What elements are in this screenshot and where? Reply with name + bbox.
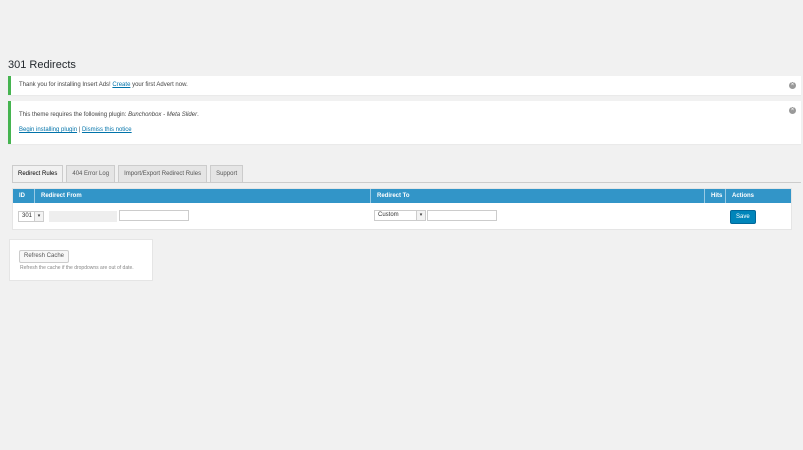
redirect-from-input[interactable] [119, 210, 189, 221]
column-header-actions: Actions [732, 193, 755, 199]
install-notice: Thank you for installing Insert Ads! Cre… [8, 76, 801, 95]
page-title: 301 Redirects [8, 59, 76, 71]
cache-panel: Refresh Cache Refresh the cache if the d… [9, 239, 153, 281]
page: 301 Redirects Thank you for installing I… [0, 0, 803, 450]
redirect-to-type-value: Custom [378, 212, 399, 218]
table-row: 301 ▾ Custom ▾ Save [13, 204, 791, 230]
redirects-table: ID Redirect From Redirect To Hits Action… [12, 188, 792, 230]
column-header-id: ID [13, 189, 35, 203]
plugin-notice-text: This theme requires the following plugin… [19, 112, 199, 118]
refresh-cache-button[interactable]: Refresh Cache [19, 250, 70, 263]
chevron-down-icon: ▾ [416, 211, 425, 220]
plugin-name: Bunchonbox - Meta Slider [128, 112, 198, 118]
tab-404-error-log[interactable]: 404 Error Log [66, 165, 116, 182]
plugin-notice: This theme requires the following plugin… [8, 101, 801, 144]
install-notice-before: Thank you for installing Insert Ads! [19, 82, 113, 88]
table-header: ID Redirect From Redirect To Hits Action… [13, 189, 791, 203]
redirect-from-prefix [49, 211, 117, 222]
redirect-to-type-select[interactable]: Custom ▾ [374, 210, 426, 221]
tab-import-export[interactable]: Import/Export Redirect Rules [118, 165, 208, 182]
create-advert-link[interactable]: Create [112, 82, 130, 88]
status-select[interactable]: 301 ▾ [18, 211, 44, 222]
tab-bar: Redirect Rules 404 Error Log Import/Expo… [12, 165, 246, 183]
chevron-down-icon: ▾ [34, 212, 43, 221]
plugin-notice-links: Begin installing plugin | Dismiss this n… [19, 127, 132, 133]
column-header-redirect-from: Redirect From [35, 189, 371, 203]
dismiss-icon[interactable]: × [789, 82, 796, 89]
tab-redirect-rules[interactable]: Redirect Rules [12, 165, 64, 183]
install-notice-after: your first Advert now. [130, 82, 188, 88]
dismiss-notice-link[interactable]: Dismiss this notice [82, 127, 132, 133]
status-select-value: 301 [22, 213, 33, 219]
save-button[interactable]: Save [730, 210, 756, 224]
column-header-hits: Hits [705, 189, 726, 203]
cache-help-text: Refresh the cache if the dropdowns are o… [20, 265, 134, 271]
plugin-notice-before: This theme requires the following plugin… [19, 112, 129, 118]
redirect-to-input[interactable] [427, 210, 497, 221]
dismiss-icon[interactable]: × [789, 107, 796, 114]
tab-support[interactable]: Support [210, 165, 244, 182]
tab-divider [12, 182, 801, 183]
column-header-redirect-to: Redirect To [371, 189, 705, 203]
install-notice-text: Thank you for installing Insert Ads! Cre… [19, 82, 188, 88]
begin-installing-plugin-link[interactable]: Begin installing plugin [19, 127, 77, 133]
plugin-notice-after: . [197, 112, 199, 118]
